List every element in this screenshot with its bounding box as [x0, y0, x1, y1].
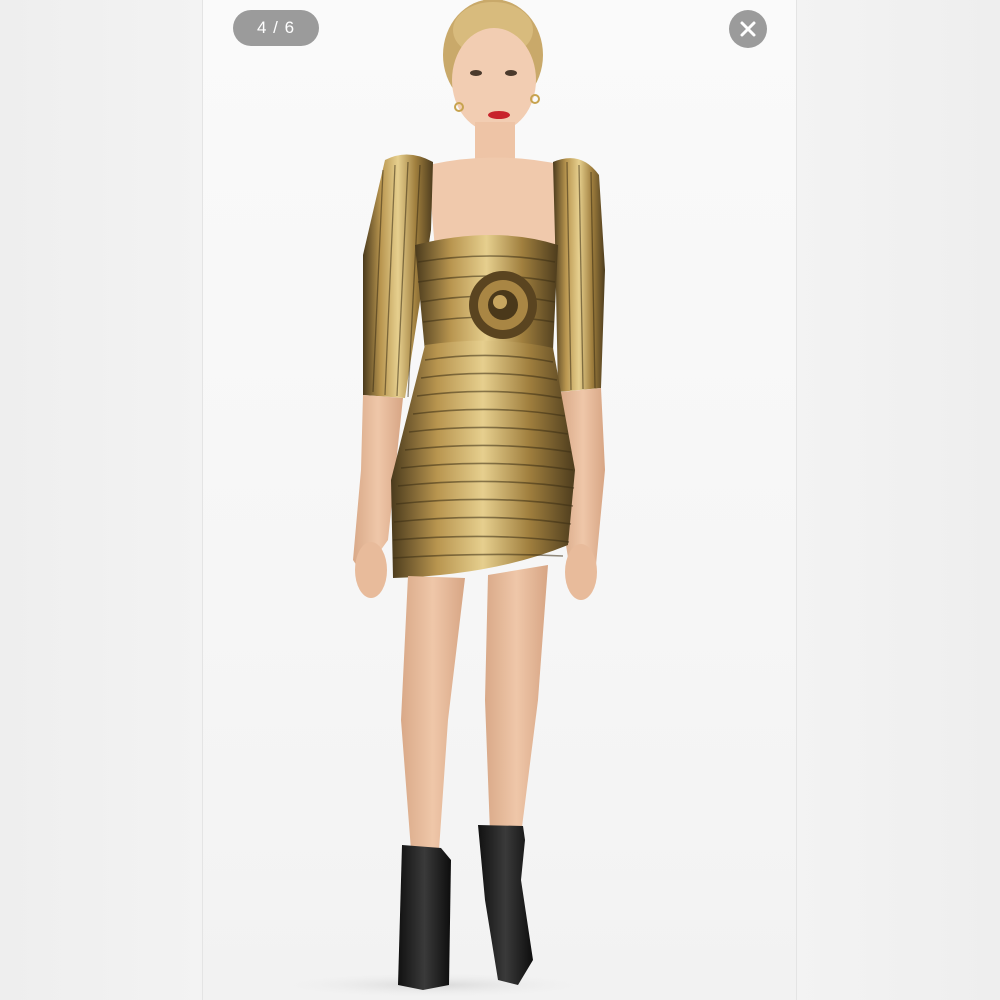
image-counter: 4 / 6 — [233, 10, 319, 46]
image-viewer: 4 / 6 — [0, 0, 1000, 1000]
close-icon — [739, 20, 757, 38]
close-button[interactable] — [729, 10, 767, 48]
product-photo-illustration — [263, 0, 605, 999]
product-photo[interactable] — [203, 0, 796, 1000]
image-counter-text: 4 / 6 — [256, 18, 296, 37]
left-gutter — [0, 0, 202, 1000]
right-divider — [796, 0, 797, 1000]
right-gutter — [796, 0, 1000, 1000]
